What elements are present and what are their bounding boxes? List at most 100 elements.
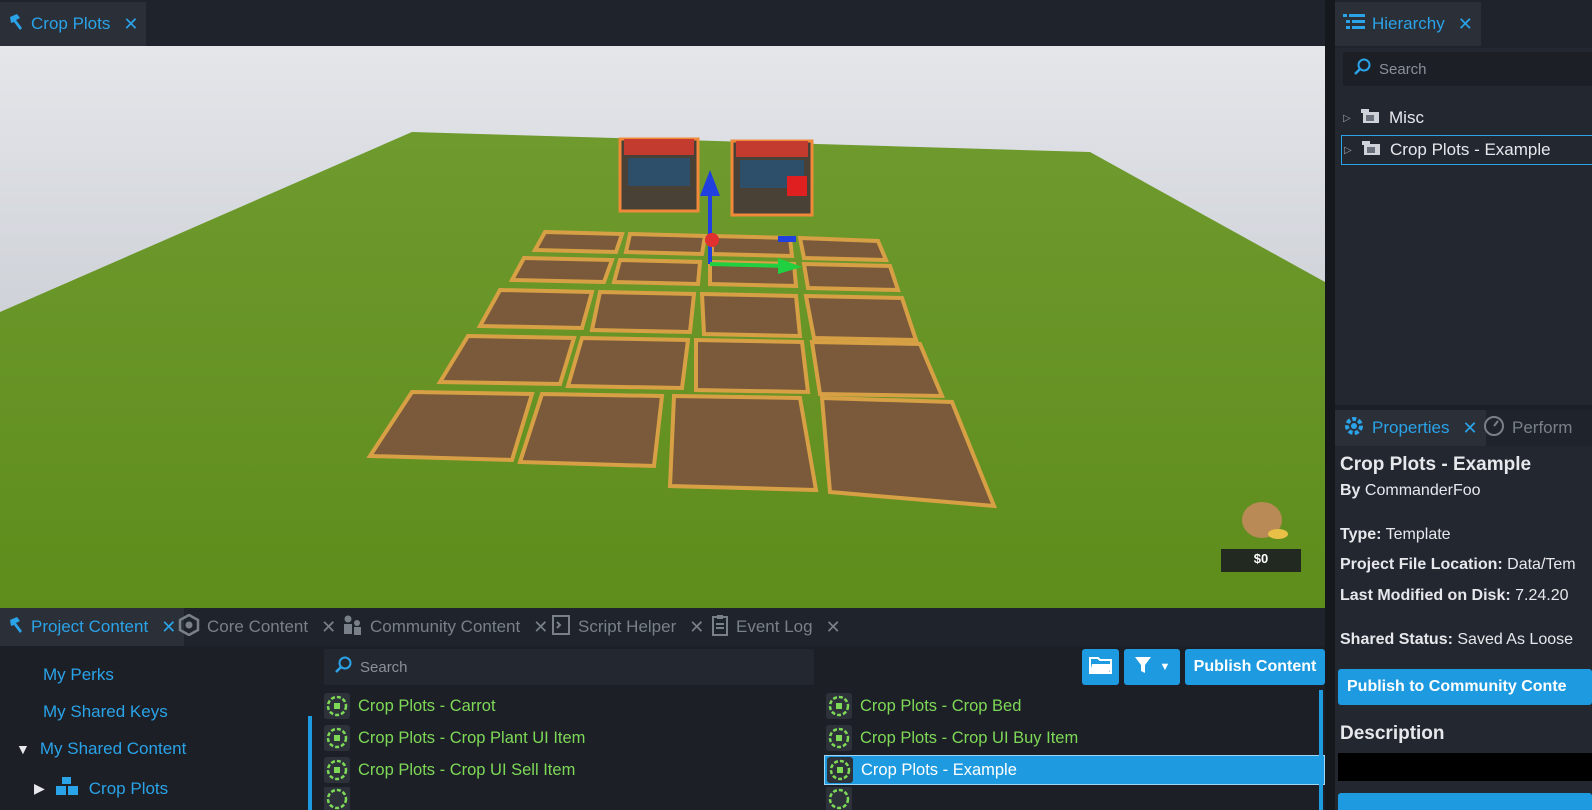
panel-button-partial[interactable] <box>1338 793 1592 810</box>
template-icon <box>324 725 350 751</box>
content-item[interactable]: Crop Plots - Carrot <box>324 691 496 721</box>
tab-label: Community Content <box>370 617 521 636</box>
money-display: $0 <box>1253 551 1269 566</box>
tab-event-log[interactable]: Event Log ✕ <box>703 608 849 646</box>
tree-scrollbar[interactable] <box>308 716 312 810</box>
content-item[interactable]: Crop Plots - Crop UI Buy Item <box>826 723 1078 753</box>
expand-arrow-icon[interactable]: ▶ <box>34 780 45 797</box>
item-label: Crop Plots - Example <box>861 760 1017 779</box>
content-search[interactable]: Search <box>324 649 814 685</box>
search-icon <box>334 656 352 678</box>
search-placeholder: Search <box>1379 60 1427 78</box>
tree-item-label: My Perks <box>43 665 114 684</box>
modified-value: 7.24.20 <box>1515 587 1569 604</box>
hexagon-icon <box>178 613 200 641</box>
tree-item-my-shared-keys[interactable]: My Shared Keys <box>43 702 168 722</box>
location-label: Project File Location: <box>1340 556 1503 573</box>
template-icon <box>826 787 852 810</box>
search-icon <box>1353 58 1371 80</box>
shared-label: Shared Status: <box>1340 631 1453 648</box>
item-label: Crop Plots - Crop Plant UI Item <box>358 728 586 747</box>
author-name: CommanderFoo <box>1364 482 1481 499</box>
shared-value: Saved As Loose <box>1457 631 1574 648</box>
shared-line: Shared Status: Saved As Loose <box>1340 631 1573 649</box>
type-label: Type: <box>1340 526 1382 543</box>
close-icon[interactable]: ✕ <box>826 617 841 638</box>
tree-item-label: My Shared Content <box>39 739 187 758</box>
panel-divider[interactable] <box>1325 0 1335 810</box>
item-label: Crop Plots - Crop UI Sell Item <box>358 760 576 779</box>
search-placeholder: Search <box>360 658 408 676</box>
tab-core-content[interactable]: Core Content ✕ <box>170 608 344 646</box>
description-field[interactable] <box>1338 753 1592 781</box>
content-item-partial[interactable] <box>324 787 350 810</box>
hierarchy-search[interactable]: Search <box>1343 52 1592 86</box>
tree-item-my-shared-content[interactable]: ▼ My Shared Content <box>16 739 186 759</box>
gear-icon <box>1343 415 1365 442</box>
tree-item-label: Misc <box>1389 108 1424 127</box>
template-icon <box>826 693 852 719</box>
tab-performance[interactable]: Perform <box>1475 410 1580 446</box>
author-line: By CommanderFoo <box>1340 482 1481 500</box>
hierarchy-item-crop-plots-example[interactable]: ▷ Crop Plots - Example <box>1341 135 1592 165</box>
item-label: Crop Plots - Crop UI Buy Item <box>860 728 1079 747</box>
content-item[interactable]: Crop Plots - Crop Plant UI Item <box>324 723 585 753</box>
viewport-tabbar: Crop Plots ✕ <box>0 0 1330 46</box>
tab-hierarchy[interactable]: Hierarchy ✕ <box>1335 2 1481 46</box>
content-scrollbar[interactable] <box>1319 690 1323 810</box>
expand-arrow-icon[interactable]: ▷ <box>1344 145 1354 156</box>
content-tree-pane: My Perks My Shared Keys ▼ My Shared Cont… <box>0 648 306 810</box>
tab-label: Hierarchy <box>1372 14 1445 33</box>
content-item-selected[interactable]: Crop Plots - Example <box>824 755 1325 785</box>
content-browser: Project Content ✕ Core Content ✕ Communi… <box>0 608 1330 810</box>
template-icon <box>324 757 350 783</box>
list-icon <box>1343 13 1365 36</box>
template-icon <box>324 787 350 810</box>
hammer-icon <box>8 616 24 639</box>
expand-arrow-icon[interactable]: ▷ <box>1343 113 1353 124</box>
filter-icon <box>1134 656 1152 679</box>
tab-community-content[interactable]: Community Content ✕ <box>333 608 556 646</box>
open-folder-button[interactable] <box>1082 649 1119 685</box>
publish-content-button[interactable]: Publish Content <box>1185 649 1325 685</box>
properties-title: Crop Plots - Example <box>1340 454 1532 475</box>
tab-label: Core Content <box>207 617 309 636</box>
hierarchy-item-misc[interactable]: ▷ Misc <box>1343 105 1424 131</box>
folder-icon <box>1361 108 1381 129</box>
type-value: Template <box>1385 526 1451 543</box>
hierarchy-panel: Hierarchy ✕ Search ▷ Misc ▷ Crop Plots -… <box>1335 0 1592 405</box>
tree-item-label: Crop Plots <box>88 778 169 798</box>
item-label: Crop Plots - Crop Bed <box>860 696 1022 715</box>
description-heading: Description <box>1340 723 1445 744</box>
tab-label: Crop Plots <box>31 14 111 33</box>
close-icon[interactable]: ✕ <box>123 14 138 35</box>
content-item[interactable]: Crop Plots - Crop UI Sell Item <box>324 755 575 785</box>
tree-item-crop-plots[interactable]: ▶ Crop Plots <box>34 776 168 801</box>
clipboard-icon <box>711 614 729 641</box>
template-icon <box>826 725 852 751</box>
close-icon[interactable]: ✕ <box>1458 14 1473 35</box>
tree-item-label: Crop Plots - Example <box>1390 140 1551 159</box>
publish-community-button[interactable]: Publish to Community Conte <box>1338 669 1592 705</box>
content-item[interactable]: Crop Plots - Crop Bed <box>826 691 1021 721</box>
tab-label: Event Log <box>736 617 813 636</box>
script-icon <box>551 614 571 641</box>
chevron-down-icon: ▼ <box>1159 661 1171 673</box>
tab-script-helper[interactable]: Script Helper ✕ <box>543 608 712 646</box>
tab-properties[interactable]: Properties ✕ <box>1335 410 1486 446</box>
content-item-partial[interactable] <box>826 787 852 810</box>
template-icon <box>324 693 350 719</box>
filter-button[interactable]: ▼ <box>1124 649 1180 685</box>
location-line: Project File Location: Data/Tem <box>1340 556 1576 574</box>
crop-stand-1 <box>618 137 700 213</box>
tab-project-content[interactable]: Project Content ✕ <box>0 608 185 646</box>
tab-label: Script Helper <box>578 617 677 636</box>
folder-icon <box>1362 140 1382 161</box>
modified-line: Last Modified on Disk: 7.24.20 <box>1340 587 1569 605</box>
tree-item-my-perks[interactable]: My Perks <box>43 665 114 685</box>
boxes-icon <box>55 776 79 801</box>
tab-crop-plots[interactable]: Crop Plots ✕ <box>0 2 147 46</box>
tab-label: Perform <box>1512 418 1573 437</box>
scene-viewport[interactable]: $0 <box>0 46 1325 608</box>
collapse-arrow-icon[interactable]: ▼ <box>16 741 30 757</box>
